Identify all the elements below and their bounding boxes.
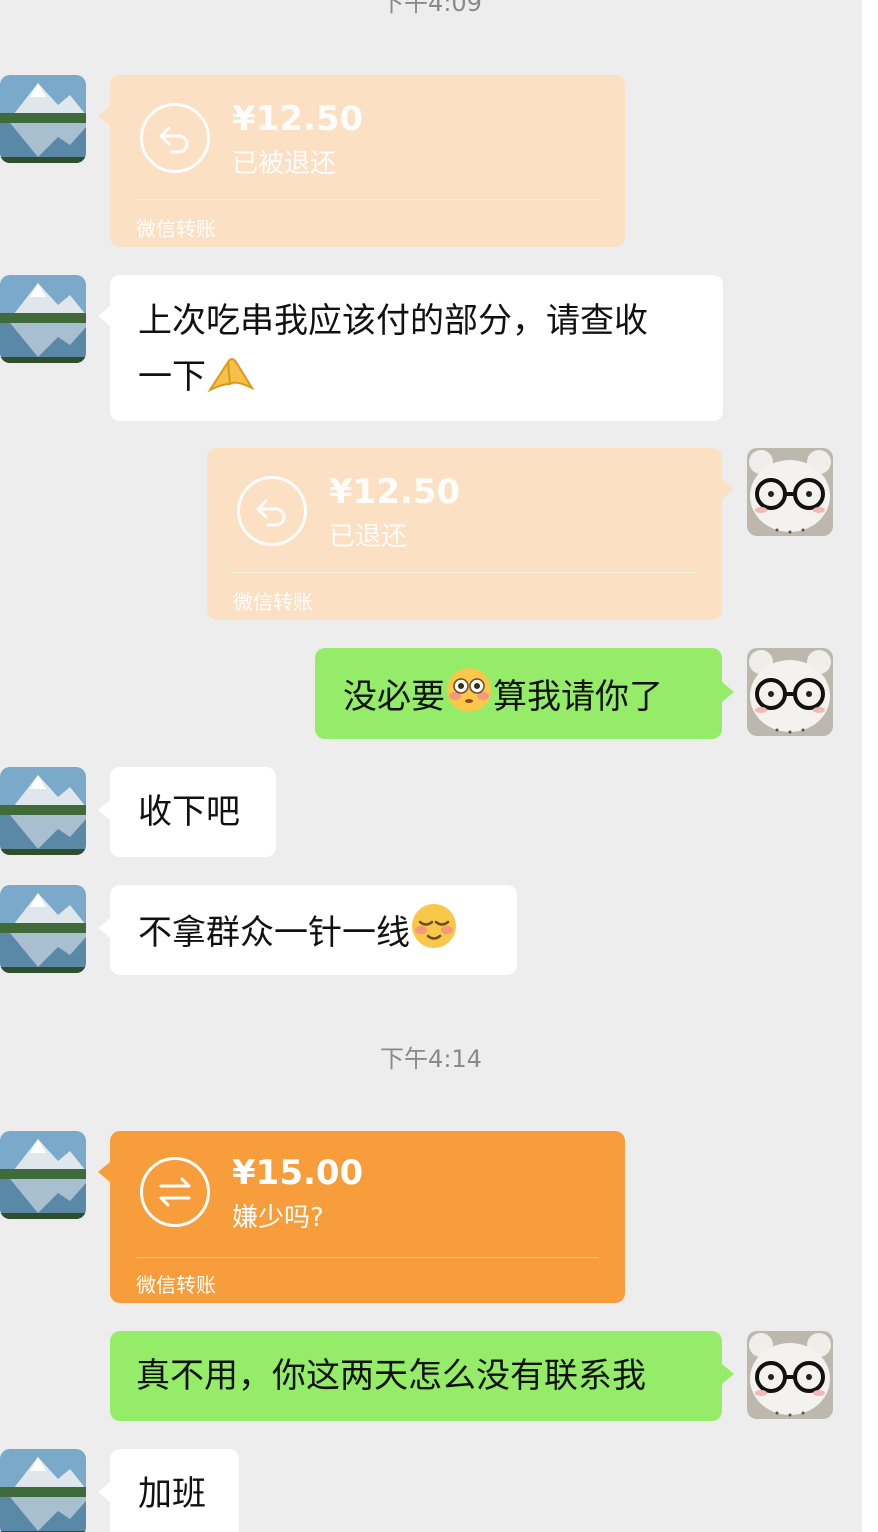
message-text-line2: 一下 xyxy=(138,349,255,411)
mountain-lake-avatar-icon xyxy=(0,1131,86,1219)
my-avatar[interactable] xyxy=(747,1331,833,1419)
mountain-lake-avatar-icon xyxy=(0,275,86,363)
message-bubble-incoming[interactable]: 加班 xyxy=(110,1449,239,1532)
message-text: 加班 xyxy=(138,1474,206,1514)
relieved-face-icon xyxy=(410,902,458,967)
mountain-lake-avatar-icon xyxy=(0,885,86,973)
bubble-tail xyxy=(98,800,110,820)
bubble-tail xyxy=(98,106,110,126)
contact-avatar[interactable] xyxy=(0,1449,86,1532)
divider xyxy=(136,199,599,200)
message-text-line: 没必要 算我请你了 xyxy=(343,666,663,731)
message-text: 收下吧 xyxy=(138,792,240,832)
message-bubble-incoming[interactable]: 不拿群众一针一线 xyxy=(110,885,517,975)
transfer-label: 微信转账 xyxy=(136,1273,216,1297)
folded-hands-icon xyxy=(206,354,255,411)
contact-avatar[interactable] xyxy=(0,1131,86,1219)
flushed-face-icon xyxy=(445,666,493,731)
timestamp: 下午4:09 xyxy=(380,0,482,17)
mountain-lake-avatar-icon xyxy=(0,767,86,855)
message-text: 算我请你了 xyxy=(493,677,663,717)
transfer-card-pending[interactable]: ¥15.00 嫌少吗? 微信转账 xyxy=(110,1131,625,1303)
contact-avatar[interactable] xyxy=(0,767,86,855)
bubble-tail xyxy=(98,918,110,938)
message-bubble-outgoing[interactable]: 没必要 算我请你了 xyxy=(315,648,722,739)
bubble-tail xyxy=(722,1364,734,1384)
bubble-tail xyxy=(722,682,734,702)
message-text: 没必要 xyxy=(343,677,445,717)
mountain-lake-avatar-icon xyxy=(0,1449,86,1532)
transfer-amount: ¥12.50 xyxy=(232,99,364,139)
transfer-status: 嫌少吗? xyxy=(232,1203,324,1233)
divider xyxy=(233,572,696,573)
transfer-status: 已退还 xyxy=(329,522,408,552)
contact-avatar[interactable] xyxy=(0,75,86,163)
return-arrow-icon xyxy=(237,476,307,546)
transfer-label: 微信转账 xyxy=(136,217,216,241)
message-bubble-incoming[interactable]: 上次吃串我应该付的部分，请查收 一下 xyxy=(110,275,723,421)
bear-with-glasses-avatar-icon xyxy=(747,1331,833,1419)
message-text: 一下 xyxy=(138,357,206,397)
return-arrow-icon xyxy=(140,103,210,173)
contact-avatar[interactable] xyxy=(0,885,86,973)
my-avatar[interactable] xyxy=(747,648,833,736)
divider xyxy=(136,1257,599,1258)
message-text: 不拿群众一针一线 xyxy=(138,913,410,953)
transfer-arrows-icon xyxy=(140,1157,210,1227)
transfer-card-returned[interactable]: ¥12.50 已退还 微信转账 xyxy=(207,448,722,620)
message-text-line: 不拿群众一针一线 xyxy=(138,902,458,967)
transfer-card-returned[interactable]: ¥12.50 已被退还 微信转账 xyxy=(110,75,625,247)
my-avatar[interactable] xyxy=(747,448,833,536)
bubble-tail xyxy=(98,1482,110,1502)
transfer-amount: ¥15.00 xyxy=(232,1153,364,1193)
chat-area[interactable]: 下午4:09 ¥12.50 已被退还 微信转账 上次吃串我应该付的部分，请查收 … xyxy=(0,0,862,1532)
timestamp: 下午4:14 xyxy=(380,1045,482,1073)
bubble-tail xyxy=(98,306,110,326)
bubble-tail xyxy=(722,479,734,499)
message-text: 真不用，你这两天怎么没有联系我 xyxy=(136,1356,646,1396)
message-text: 上次吃串我应该付的部分，请查收 xyxy=(138,301,648,341)
transfer-amount: ¥12.50 xyxy=(329,472,461,512)
mountain-lake-avatar-icon xyxy=(0,75,86,163)
bubble-tail xyxy=(98,1162,110,1182)
message-bubble-incoming[interactable]: 收下吧 xyxy=(110,767,276,857)
transfer-status: 已被退还 xyxy=(232,149,337,179)
bear-with-glasses-avatar-icon xyxy=(747,448,833,536)
transfer-label: 微信转账 xyxy=(233,590,313,614)
bear-with-glasses-avatar-icon xyxy=(747,648,833,736)
contact-avatar[interactable] xyxy=(0,275,86,363)
message-bubble-outgoing[interactable]: 真不用，你这两天怎么没有联系我 xyxy=(110,1331,722,1421)
